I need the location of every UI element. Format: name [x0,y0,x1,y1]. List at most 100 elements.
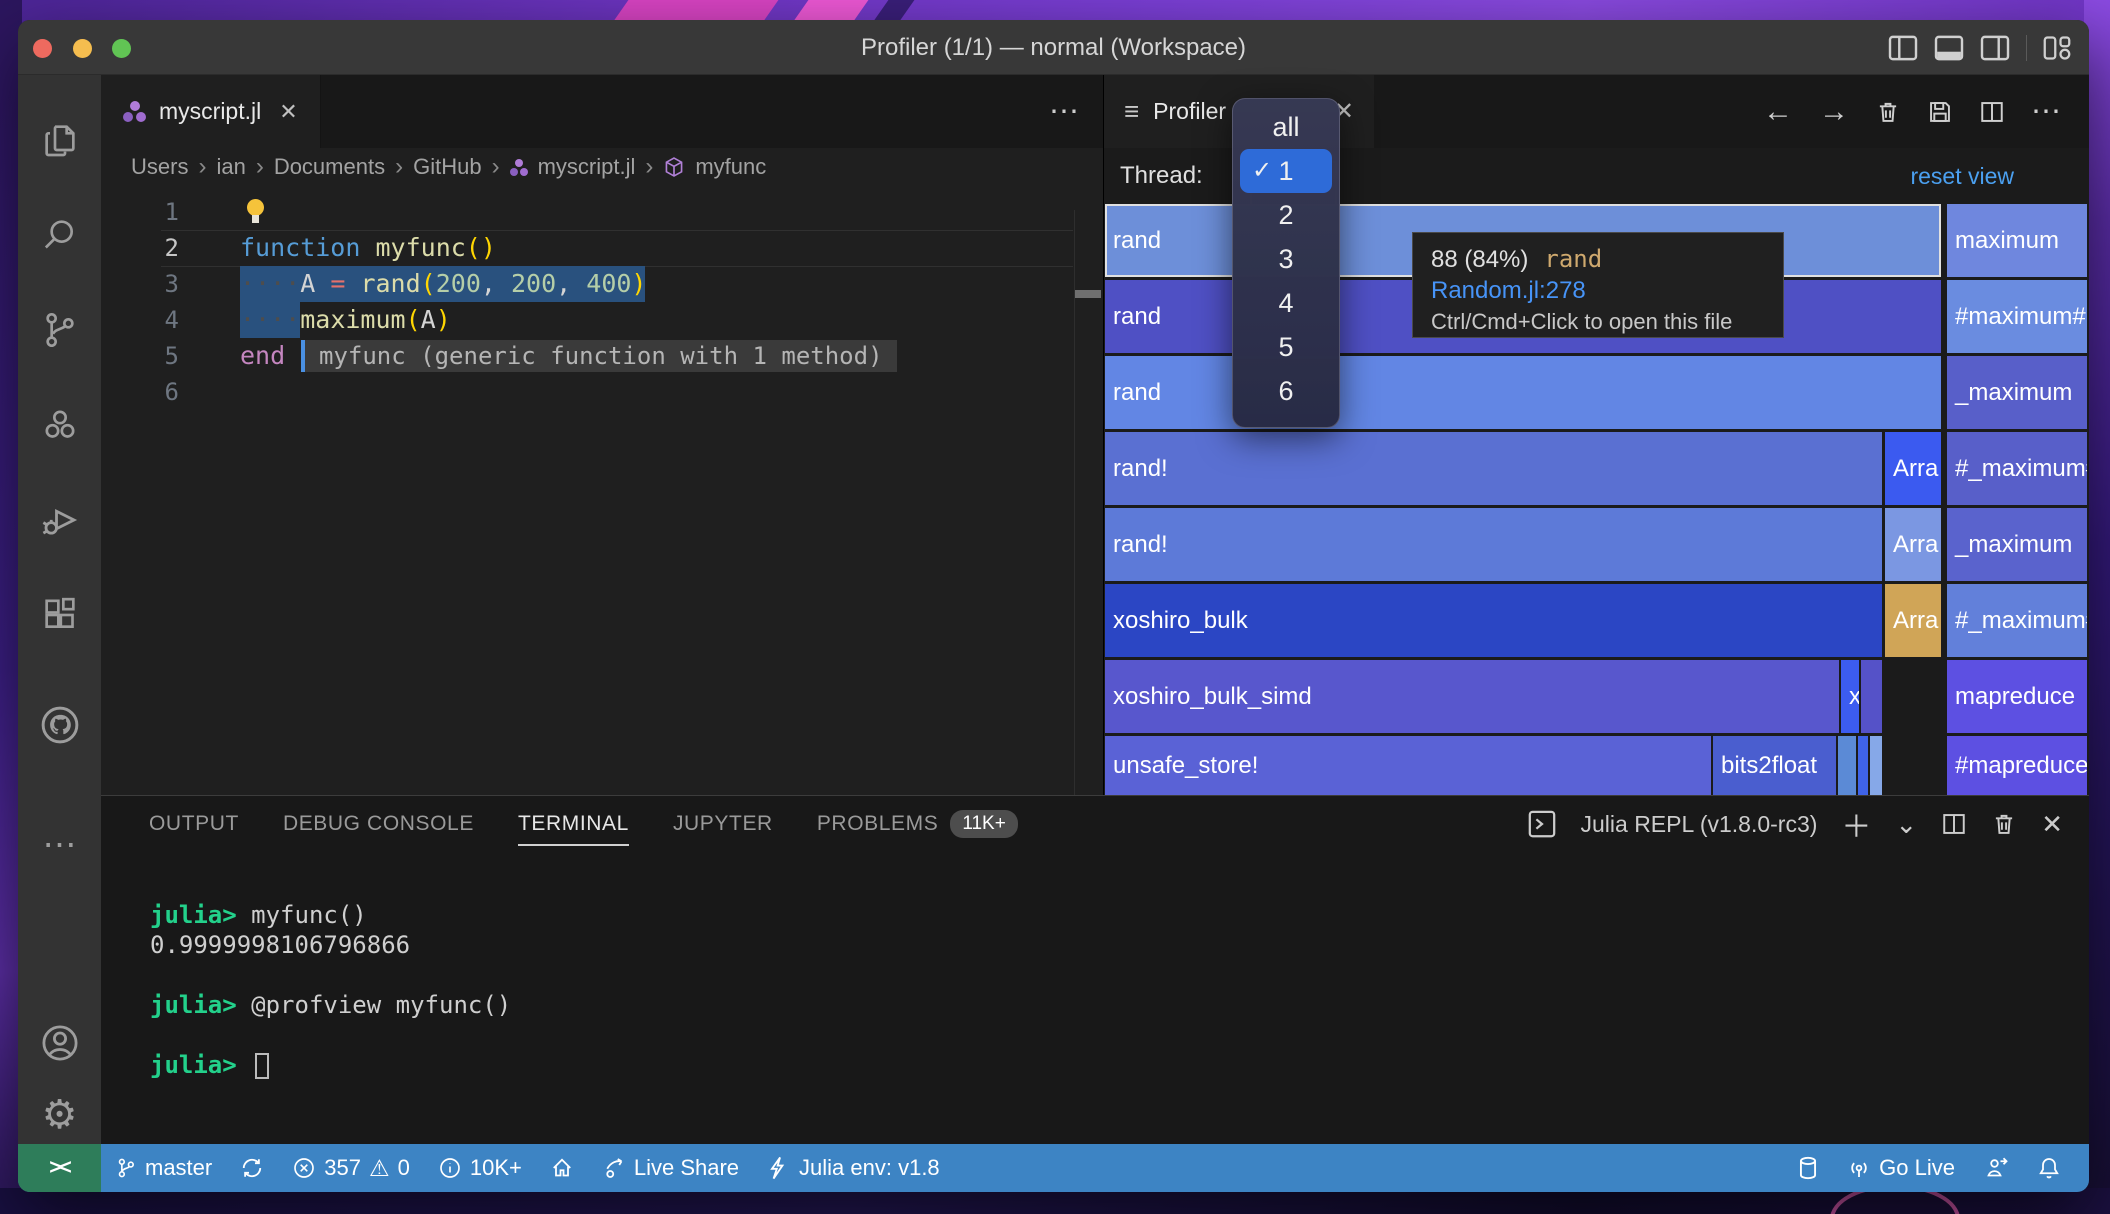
activity-bar: ⋯ ⚙ [18,75,101,1144]
flame-segment[interactable]: maximum [1947,204,2087,277]
live-share-item[interactable]: Live Share [588,1144,753,1192]
flame-segment[interactable] [1858,736,1868,795]
flame-segment[interactable]: _maximum [1947,356,2087,429]
breadcrumb-item[interactable]: ian [216,154,245,180]
lightbulb-icon[interactable] [247,199,264,216]
flame-segment[interactable]: #_maximum# [1947,584,2087,657]
code-line[interactable]: 2function myfunc() [101,230,1103,266]
terminal-instance-label[interactable]: Julia REPL (v1.8.0-rc3) [1581,811,1818,838]
go-live-item[interactable]: Go Live [1833,1144,1969,1192]
git-branch-item[interactable]: master [101,1144,226,1192]
more-views-icon[interactable]: ⋯ [18,815,101,875]
flame-row: unsafe_store!bits2float #mapreduce [1105,736,2087,795]
code-line[interactable]: 3····A = rand(200, 200, 400) [101,266,1103,302]
clear-profile-trash-icon[interactable] [1875,98,1901,126]
editor-actions-ellipsis-icon[interactable]: ⋯ [1049,75,1079,148]
feedback-item[interactable] [1969,1144,2023,1192]
panel-tab-output[interactable]: OUTPUT [149,796,239,852]
thread-option-6[interactable]: 6 [1233,369,1339,413]
editor-scrollbar-thumb[interactable] [1075,290,1101,298]
github-icon[interactable] [18,695,101,755]
tab-close-icon[interactable]: ✕ [279,99,297,125]
panel-tab-debug-console[interactable]: DEBUG CONSOLE [283,796,474,852]
breadcrumb-item[interactable]: Documents [274,154,385,180]
split-editor-icon[interactable] [1979,98,2005,126]
explorer-icon[interactable] [18,110,101,170]
toggle-primary-sidebar-icon[interactable] [1888,35,1918,61]
thread-option-1[interactable]: ✓1 [1240,149,1332,193]
julia-extension-icon[interactable] [18,395,101,455]
save-profile-icon[interactable] [1927,98,1953,126]
notifications-bell-icon[interactable] [2023,1144,2075,1192]
code-editor[interactable]: 12function myfunc()3····A = rand(200, 20… [101,186,1103,795]
flame-segment[interactable]: bits2float [1713,736,1836,795]
terminal-dropdown-chevron-icon[interactable]: ⌄ [1895,809,1917,840]
panel-tab-problems[interactable]: PROBLEMS11K+ [817,796,1018,852]
code-line[interactable]: 5endmyfunc (generic function with 1 meth… [101,338,1103,374]
breadcrumb-separator-icon: › [645,153,653,181]
run-debug-icon[interactable] [18,490,101,550]
flame-segment[interactable]: #_maximum# [1947,432,2087,505]
breadcrumb-item[interactable]: myscript.jl [538,154,636,180]
flame-segment[interactable]: #mapreduce [1947,736,2087,795]
more-actions-ellipsis-icon[interactable]: ⋯ [2031,94,2061,129]
new-terminal-plus-icon[interactable]: ＋ [1841,802,1871,846]
flame-segment[interactable]: Arra [1885,584,1941,657]
flame-segment[interactable]: Arra [1885,432,1941,505]
extensions-icon[interactable] [18,585,101,645]
tooltip-file-link[interactable]: Random.jl:278 [1431,277,1765,305]
flame-segment[interactable] [1838,736,1856,795]
search-icon[interactable] [18,205,101,265]
flame-segment[interactable]: xc [1841,660,1859,733]
remote-indicator[interactable]: >< [18,1144,101,1192]
flame-segment[interactable]: #maximum# [1947,280,2087,353]
titlebar[interactable]: Profiler (1/1) — normal (Workspace) [18,20,2089,75]
customize-layout-icon[interactable] [2043,35,2071,61]
tab-myscript-jl[interactable]: myscript.jl ✕ [101,75,321,148]
code-line[interactable]: 1 [101,194,1103,230]
thread-option-4[interactable]: 4 [1233,281,1339,325]
code-line[interactable]: 4····maximum(A) [101,302,1103,338]
flame-segment[interactable] [1861,660,1882,733]
problems-item[interactable]: 357 ⚠ 0 [278,1144,424,1192]
julia-env-item[interactable]: Julia env: v1.8 [753,1144,954,1192]
account-icon[interactable] [18,1013,101,1073]
toggle-panel-icon[interactable] [1934,35,1964,61]
flame-segment[interactable]: unsafe_store! [1105,736,1711,795]
thread-dropdown-menu[interactable]: all✓1 2 3456 [1232,98,1340,428]
nav-forward-icon[interactable]: → [1819,95,1849,129]
flame-segment[interactable]: rand! [1105,432,1882,505]
split-terminal-icon[interactable] [1941,810,1967,838]
toggle-secondary-sidebar-icon[interactable] [1980,35,2010,61]
breadcrumb-item[interactable]: GitHub [413,154,481,180]
kill-terminal-trash-icon[interactable] [1991,810,2017,838]
flame-segment[interactable]: rand! [1105,508,1882,581]
code-line[interactable]: 6 [101,374,1103,410]
home-item[interactable] [536,1144,588,1192]
thread-option-3[interactable]: 3 [1233,237,1339,281]
settings-gear-icon[interactable]: ⚙ [18,1085,101,1145]
flame-segment[interactable]: xoshiro_bulk [1105,584,1882,657]
thread-option-all[interactable]: all [1233,105,1339,149]
source-control-icon[interactable] [18,300,101,360]
sync-changes-item[interactable] [226,1144,278,1192]
thread-option-2[interactable]: 2 [1233,193,1339,237]
flame-segment[interactable]: mapreduce [1947,660,2087,733]
nav-back-icon[interactable]: ← [1763,95,1793,129]
panel-tab-jupyter[interactable]: JUPYTER [673,796,773,852]
flame-segment[interactable]: xoshiro_bulk_simd [1105,660,1839,733]
flame-segment[interactable] [1870,736,1882,795]
breadcrumb-item[interactable]: myfunc [695,154,766,180]
flame-segment[interactable]: Arra [1885,508,1941,581]
flame-segment[interactable]: _maximum [1947,508,2087,581]
database-item[interactable] [1783,1144,1833,1192]
thread-option-label: 2 [1278,200,1293,230]
info-count-item[interactable]: 10K+ [424,1144,536,1192]
thread-option-5[interactable]: 5 [1233,325,1339,369]
panel-tab-terminal[interactable]: TERMINAL [518,796,629,852]
flame-segment[interactable]: rand [1105,356,1941,429]
reset-view-link[interactable]: reset view [1910,148,2014,204]
close-panel-icon[interactable]: ✕ [2041,809,2063,840]
terminal-output[interactable]: julia> myfunc()0.9999998106796866julia> … [150,900,511,1080]
breadcrumb-item[interactable]: Users [131,154,188,180]
